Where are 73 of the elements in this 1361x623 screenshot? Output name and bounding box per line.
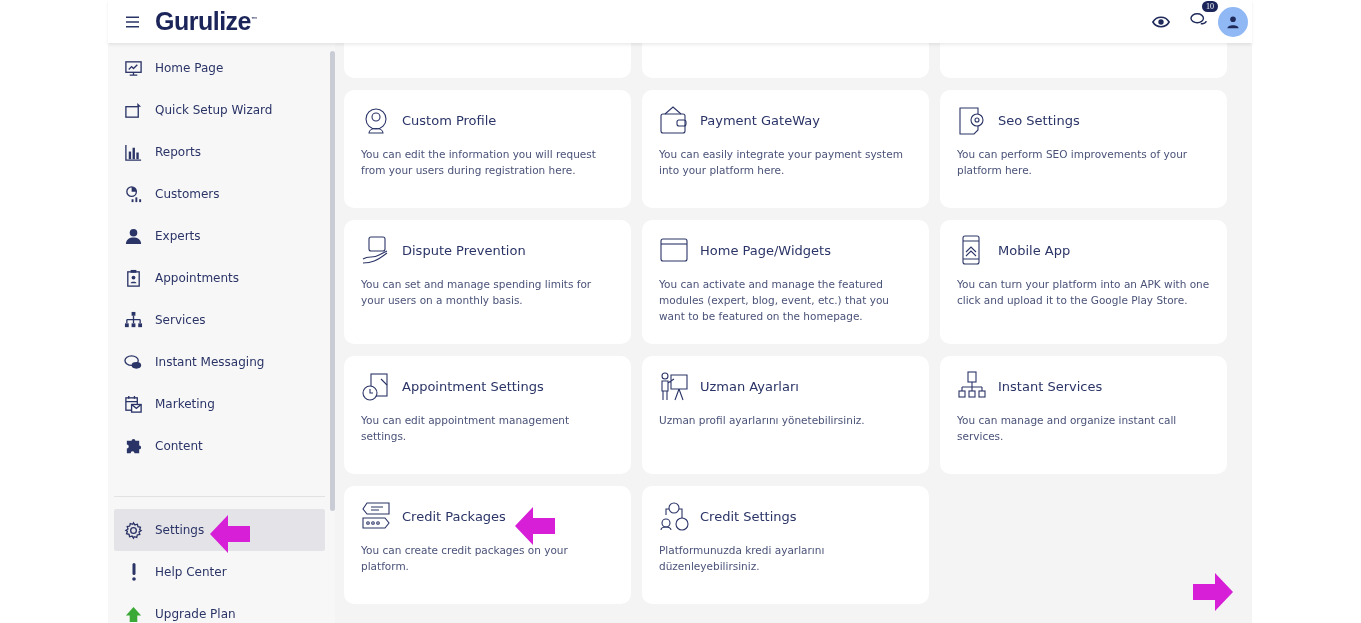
card-title: Custom Profile: [402, 112, 497, 128]
card-description: You can turn your platform into an APK with one click and upload it to the Google Play Store.: [957, 277, 1211, 308]
card-description: You can easily integrate your payment system into your platform here.: [659, 147, 904, 178]
settings-card[interactable]: Home Page/Widgets You can activate and manage the featured modules (expert, blog, event, etc.) that you want to be featured on the homepage.: [642, 220, 929, 344]
settings-card[interactable]: Instant Services You can manage and organize instant call services.: [940, 356, 1227, 474]
clipboard-icon: [124, 268, 143, 288]
sidebar-item[interactable]: Services: [114, 299, 325, 341]
pointer-arrow: [210, 515, 250, 553]
puzzle-icon: [124, 436, 143, 456]
logo[interactable]: Gurulize$^{™}$: [155, 7, 257, 36]
pointer-arrow: [1193, 573, 1233, 611]
up-arrow-icon: [124, 604, 143, 623]
card-description: You can edit the information you will request from your users during registration here.: [361, 147, 597, 178]
settings-card[interactable]: Custom Profile You can edit the information you will request from your users during registration here.: [344, 90, 631, 208]
card-description: You can set and manage spending limits for your users on a monthly basis.: [361, 277, 593, 308]
settings-card[interactable]: Credit Settings Platformunuzda kredi ayarlarını düzenleyebilirsiniz.: [642, 486, 929, 604]
pointer-arrow: [515, 507, 555, 545]
card-description: You can perform SEO improvements of your platform here.: [957, 147, 1189, 178]
sidebar-item[interactable]: Reports: [114, 131, 325, 173]
card-title: Uzman Ayarları: [700, 378, 799, 394]
card-description: You can activate and manage the featured modules (expert, blog, event, etc.) that you want to be featured on the homepage.: [659, 277, 890, 324]
sidebar-item[interactable]: Instant Messaging: [114, 341, 325, 383]
settings-icon: [124, 520, 143, 540]
sidebar-item[interactable]: Customers: [114, 173, 325, 215]
settings-card[interactable]: Dispute Prevention You can set and manage spending limits for your users on a monthly basis.: [344, 220, 631, 344]
clipboard-clock-icon: [361, 371, 391, 401]
card-description: Uzman profil ayarlarını yönetebilirsiniz.: [659, 413, 866, 428]
user-avatar[interactable]: [1218, 6, 1248, 37]
card-title: Credit Packages: [402, 508, 506, 524]
presenter-icon: [659, 371, 689, 401]
card-title: Appointment Settings: [402, 378, 544, 394]
wallet-icon: [659, 105, 689, 135]
card-title: Credit Settings: [700, 508, 797, 524]
ticket-icon: [361, 501, 391, 531]
card-description: Platformunuzda kredi ayarlarını düzenleyebilirsiniz.: [659, 543, 826, 574]
card-title: Home Page/Widgets: [700, 242, 831, 258]
hierarchy-icon: [124, 310, 143, 330]
settings-card[interactable]: Payment GateWay You can easily integrate your payment system into your platform here.: [642, 90, 929, 208]
sidebar-item[interactable]: Appointments: [114, 257, 325, 299]
bar-chart-icon: [124, 142, 143, 162]
settings-card[interactable]: Appointment Settings You can edit appointment management settings.: [344, 356, 631, 474]
sidebar-item[interactable]: Content: [114, 425, 325, 467]
menu-icon[interactable]: [126, 15, 139, 28]
sidebar-item[interactable]: Quick Setup Wizard: [114, 89, 325, 131]
person-icon: [124, 226, 143, 246]
settings-card[interactable]: Credit Packages You can create credit packages on your platform.: [344, 486, 631, 604]
settings-card[interactable]: Mobile App You can turn your platform into an APK with one click and upload it to the Google Play Store.: [940, 220, 1227, 344]
card-title: Payment GateWay: [700, 112, 820, 128]
exclamation-icon: [132, 563, 136, 581]
calendar-mail-icon: [124, 394, 143, 414]
scrollbar[interactable]: [330, 51, 335, 511]
card-title: Mobile App: [998, 242, 1071, 258]
sidebar-item[interactable]: Marketing: [114, 383, 325, 425]
sidebar-item[interactable]: Upgrade Plan: [114, 593, 325, 623]
sidebar-item[interactable]: Settings: [114, 509, 325, 551]
monitor-icon: [124, 58, 143, 78]
settings-card[interactable]: Seo Settings You can perform SEO improvements of your platform here.: [940, 90, 1227, 208]
card-description: You can manage and organize instant call services.: [957, 413, 1178, 444]
sidebar-item[interactable]: Home Page: [114, 47, 325, 89]
card-description: You can edit appointment management settings.: [361, 413, 571, 444]
sidebar-item[interactable]: Experts: [114, 215, 325, 257]
card-title: Dispute Prevention: [402, 242, 526, 258]
pie-chart-icon: [124, 184, 143, 204]
card-description: You can create credit packages on your platform.: [361, 543, 569, 574]
chat-bubbles-icon: [124, 352, 143, 372]
card-title: Instant Services: [998, 378, 1103, 394]
network-icon: [957, 371, 987, 401]
card-title: Seo Settings: [998, 112, 1080, 128]
notification-badge: 10: [1202, 0, 1218, 12]
window-icon: [124, 100, 143, 120]
settings-card[interactable]: Uzman Ayarları Uzman profil ayarlarını yönetebilirsiniz.: [642, 356, 929, 474]
browser-window-icon: [659, 235, 689, 265]
sidebar-item[interactable]: Help Center: [114, 551, 325, 593]
